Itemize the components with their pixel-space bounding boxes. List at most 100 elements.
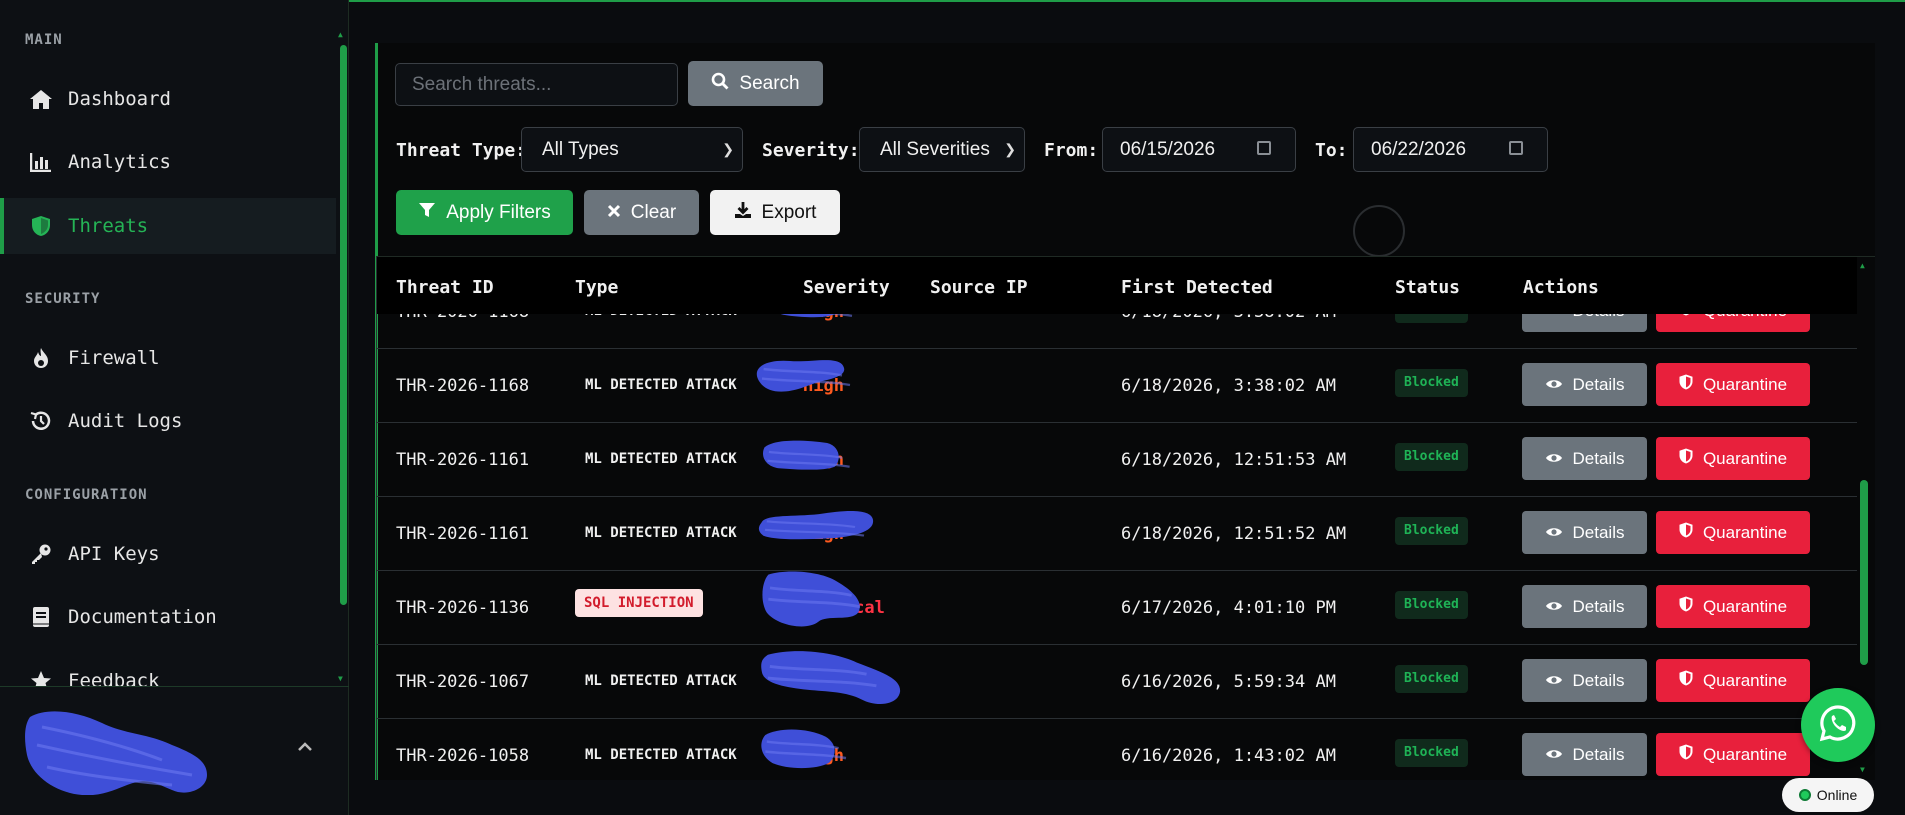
table-row[interactable]: THR-2026-1136 SQL INJECTION Critical 6/1… — [377, 571, 1857, 645]
table-row[interactable]: THR-2026-1058 ML DETECTED ATTACK High 6/… — [377, 719, 1857, 780]
section-label-security: SECURITY — [25, 291, 101, 307]
column-header-id[interactable]: Threat ID — [396, 277, 494, 298]
details-button-label: Details — [1572, 374, 1625, 394]
details-button[interactable]: Details — [1522, 363, 1647, 406]
quarantine-button[interactable]: Quarantine — [1656, 437, 1810, 480]
chevron-up-icon[interactable] — [297, 737, 313, 756]
column-header-severity[interactable]: Severity — [803, 277, 890, 298]
eye-icon — [1545, 597, 1563, 617]
to-date-input[interactable]: 06/22/2026 — [1353, 127, 1548, 172]
chevron-down-icon: ❯ — [1004, 141, 1016, 157]
sidebar-item-analytics[interactable]: Analytics — [0, 134, 336, 190]
quarantine-button[interactable]: Quarantine — [1656, 363, 1810, 406]
shield-icon — [1679, 596, 1693, 617]
apply-filters-label: Apply Filters — [446, 201, 551, 223]
redacted-source-ip — [763, 440, 850, 470]
scroll-up-arrow-icon[interactable]: ▲ — [338, 30, 343, 39]
export-button-label: Export — [761, 201, 817, 223]
calendar-icon[interactable] — [1257, 141, 1271, 155]
quarantine-button[interactable]: Quarantine — [1656, 733, 1810, 776]
column-header-type[interactable]: Type — [575, 277, 618, 298]
status-badge: Blocked — [1395, 739, 1468, 767]
details-button[interactable]: Details — [1522, 511, 1647, 554]
threat-type-select[interactable]: All Types ❯ — [521, 127, 743, 172]
threat-type-badge: SQL INJECTION — [575, 589, 703, 617]
threat-id: THR-2026-1067 — [396, 672, 530, 692]
scroll-up-arrow-icon[interactable]: ▲ — [1860, 261, 1865, 270]
scroll-down-arrow-icon[interactable]: ▼ — [1860, 765, 1865, 774]
user-profile[interactable] — [0, 686, 349, 815]
shield-icon — [1679, 522, 1693, 543]
table-scrollbar-thumb[interactable] — [1860, 480, 1868, 665]
column-header-status[interactable]: Status — [1395, 277, 1460, 298]
sidebar-item-label: Feedback — [68, 670, 160, 686]
status-badge: Blocked — [1395, 443, 1468, 471]
status-badge: Blocked — [1395, 665, 1468, 693]
sidebar: MAIN Dashboard Analytics Threats SECURIT… — [0, 0, 349, 815]
bar-chart-icon — [28, 149, 54, 175]
home-icon — [28, 86, 54, 112]
shield-icon — [28, 213, 54, 239]
search-button-label: Search — [739, 72, 800, 94]
book-icon — [28, 604, 54, 630]
eye-icon — [1545, 523, 1563, 543]
from-date-input[interactable]: 06/15/2026 — [1102, 127, 1296, 172]
calendar-icon[interactable] — [1509, 141, 1523, 155]
close-icon — [607, 202, 621, 224]
redacted-source-ip — [756, 360, 851, 392]
threat-id: THR-2026-1168 — [396, 376, 530, 396]
shield-icon — [1679, 448, 1693, 469]
quarantine-button[interactable]: Quarantine — [1656, 585, 1810, 628]
search-input[interactable]: Search threats... — [395, 63, 678, 106]
sidebar-item-documentation[interactable]: Documentation — [0, 589, 336, 645]
table-row[interactable]: THR-2026-1168 ML DETECTED ATTACK High 6/… — [377, 349, 1857, 423]
search-button[interactable]: Search — [688, 61, 823, 106]
column-header-source-ip[interactable]: Source IP — [930, 277, 1028, 298]
severity-label: Severity: — [762, 140, 860, 161]
threat-id: THR-2026-1136 — [396, 598, 530, 618]
section-label-main: MAIN — [25, 32, 63, 48]
from-date-value: 06/15/2026 — [1120, 139, 1216, 160]
key-icon — [28, 541, 54, 567]
sidebar-scrollbar-thumb[interactable] — [340, 45, 347, 605]
threat-type-badge: ML DETECTED ATTACK — [585, 747, 737, 763]
to-date-value: 06/22/2026 — [1371, 139, 1467, 160]
column-header-first-detected[interactable]: First Detected — [1121, 277, 1273, 298]
sidebar-item-dashboard[interactable]: Dashboard — [0, 71, 336, 127]
sidebar-item-threats[interactable]: Threats — [0, 198, 336, 254]
top-accent-line — [349, 0, 1905, 2]
sidebar-item-api-keys[interactable]: API Keys — [0, 526, 336, 582]
details-button-label: Details — [1572, 744, 1625, 764]
quarantine-button-label: Quarantine — [1702, 374, 1788, 394]
sidebar-item-label: Threats — [68, 215, 149, 237]
first-detected: 6/18/2026, 3:38:02 AM — [1121, 376, 1336, 396]
sidebar-item-feedback[interactable]: Feedback — [0, 653, 336, 686]
table-row[interactable]: THR-2026-1161 ML DETECTED ATTACK High 6/… — [377, 497, 1857, 571]
details-button[interactable]: Details — [1522, 659, 1647, 702]
threat-type-value: All Types — [542, 139, 619, 160]
chevron-down-icon: ❯ — [722, 141, 734, 157]
details-button-label: Details — [1572, 596, 1625, 616]
sidebar-item-audit-logs[interactable]: Audit Logs — [0, 393, 336, 449]
quarantine-button-label: Quarantine — [1702, 596, 1788, 616]
sidebar-item-firewall[interactable]: Firewall — [0, 330, 336, 386]
whatsapp-chat-button[interactable] — [1801, 688, 1875, 762]
from-label: From: — [1044, 140, 1099, 161]
clear-button[interactable]: Clear — [584, 190, 699, 235]
details-button[interactable]: Details — [1522, 585, 1647, 628]
scroll-down-arrow-icon[interactable]: ▼ — [338, 674, 343, 683]
clear-button-label: Clear — [630, 201, 677, 223]
table-row[interactable]: THR-2026-1067 ML DETECTED ATTACK High 6/… — [377, 645, 1857, 719]
eye-icon — [1545, 671, 1563, 691]
table-row[interactable]: THR-2026-1161 ML DETECTED ATTACK High 6/… — [377, 423, 1857, 497]
export-button[interactable]: Export — [710, 190, 840, 235]
star-icon — [28, 668, 54, 686]
quarantine-button[interactable]: Quarantine — [1656, 511, 1810, 554]
quarantine-button[interactable]: Quarantine — [1656, 659, 1810, 702]
sidebar-nav: MAIN Dashboard Analytics Threats SECURIT… — [0, 0, 349, 686]
details-button[interactable]: Details — [1522, 437, 1647, 480]
severity-select[interactable]: All Severities ❯ — [859, 127, 1025, 172]
apply-filters-button[interactable]: Apply Filters — [396, 190, 573, 235]
details-button[interactable]: Details — [1522, 733, 1647, 776]
column-header-actions: Actions — [1523, 277, 1599, 298]
